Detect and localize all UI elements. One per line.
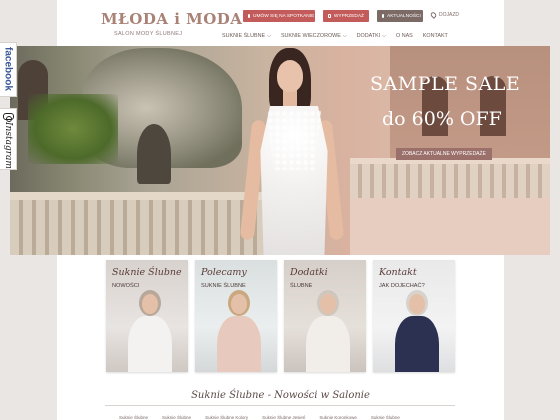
card-contact[interactable]: Kontakt JAK DOJECHAĆ? — [373, 260, 455, 372]
instagram-tab[interactable]: Instagram — [0, 108, 17, 170]
section-divider — [105, 405, 455, 406]
card-image — [126, 290, 174, 372]
filter-tab[interactable]: Suknie Ślubne Jesień — [262, 415, 305, 420]
category-filters: Suknie Ślubne Suknie Ślubne Suknie Ślubn… — [119, 415, 400, 420]
card-wedding-dresses[interactable]: Suknie Ślubne NOWOŚCI — [106, 260, 188, 372]
chevron-down-icon: ⌵ — [342, 33, 347, 39]
news-button[interactable]: AKTUALNOŚCI — [377, 10, 423, 22]
news-label: AKTUALNOŚCI — [387, 13, 421, 19]
book-appointment-button[interactable]: UMÓW SIĘ NA SPOTKANIE — [243, 10, 315, 22]
site-logo[interactable]: MŁODA i MODA — [101, 10, 242, 28]
nav-item-evening-dresses[interactable]: SUKNIE WIECZOROWE ⌵ — [281, 33, 347, 39]
card-subtitle: NOWOŚCI — [112, 283, 140, 289]
filter-tab[interactable]: Suknie Ślubne — [371, 415, 400, 420]
sale-button[interactable]: WYPRZEDAŻ — [323, 10, 369, 22]
filter-tab[interactable]: Suknie Ślubne — [119, 415, 148, 420]
hero-headline: SAMPLE SALE — [370, 73, 521, 95]
card-image — [215, 290, 263, 372]
facebook-label: facebook — [2, 47, 14, 91]
card-image — [304, 290, 352, 372]
nav-item-accessories[interactable]: DODATKI ⌵ — [357, 33, 386, 39]
hero-subheadline: do 60% OFF — [382, 108, 502, 130]
site-header: MŁODA i MODA SALON MODY ŚLUBNEJ UMÓW SIĘ… — [57, 0, 504, 46]
nav-item-about[interactable]: O NAS — [396, 33, 413, 39]
hero-bride-image — [230, 46, 370, 255]
hero-bg-balustrade-right — [350, 158, 550, 198]
main-content: Suknie Ślubne NOWOŚCI Polecamy SUKNIE ŚL… — [57, 255, 504, 420]
card-image — [393, 290, 441, 372]
chevron-down-icon: ⌵ — [382, 33, 386, 39]
nav-label: SUKNIE WIECZOROWE — [280, 33, 341, 39]
card-subtitle: SUKNIE ŚLUBNE — [201, 283, 246, 289]
card-title: Suknie Ślubne — [112, 267, 182, 278]
book-appointment-label: UMÓW SIĘ NA SPOTKANIE — [253, 13, 315, 19]
directions-label: DOJAZD — [439, 12, 459, 18]
facebook-tab[interactable]: facebook — [0, 42, 17, 97]
filter-tab[interactable]: Suknie Ślubne — [162, 415, 191, 420]
card-title: Kontakt — [379, 267, 417, 278]
instagram-icon — [2, 113, 14, 123]
hero-banner[interactable]: SAMPLE SALE do 60% OFF ZOBACZ AKTUALNE W… — [10, 46, 550, 255]
nav-label: O NAS — [396, 33, 413, 39]
tag-icon — [328, 14, 331, 18]
nav-label: SUKNIE ŚLUBNE — [222, 33, 266, 39]
card-recommended[interactable]: Polecamy SUKNIE ŚLUBNE — [195, 260, 277, 372]
map-pin-icon — [429, 11, 438, 19]
main-nav: SUKNIE ŚLUBNE ⌵ SUKNIE WIECZOROWE ⌵ DODA… — [222, 33, 448, 39]
sale-label: WYPRZEDAŻ — [333, 13, 364, 19]
nav-item-wedding-dresses[interactable]: SUKNIE ŚLUBNE ⌵ — [222, 33, 271, 39]
news-icon — [382, 14, 384, 18]
hero-bg-foliage — [28, 94, 118, 164]
site-tagline: SALON MODY ŚLUBNEJ — [114, 31, 183, 37]
nav-label: KONTAKT — [422, 33, 448, 39]
calendar-icon — [248, 14, 250, 18]
card-title: Dodatki — [290, 267, 328, 278]
nav-label: DODATKI — [356, 33, 381, 39]
filter-tab[interactable]: Suknie Ślubne Kolory — [205, 415, 248, 420]
card-subtitle: JAK DOJECHAĆ? — [379, 283, 425, 289]
view-sales-button[interactable]: ZOBACZ AKTUALNE WYPRZEDAŻE — [396, 148, 492, 160]
nav-item-contact[interactable]: KONTAKT — [423, 33, 448, 39]
instagram-label: Instagram — [3, 122, 13, 169]
directions-link[interactable]: DOJAZD — [429, 11, 459, 19]
chevron-down-icon: ⌵ — [267, 33, 271, 39]
card-accessories[interactable]: Dodatki ŚLUBNE — [284, 260, 366, 372]
hero-bg-floor — [350, 198, 550, 255]
filter-tab[interactable]: Suknie Koronkowe — [319, 415, 357, 420]
card-subtitle: ŚLUBNE — [290, 283, 313, 289]
card-title: Polecamy — [201, 267, 247, 278]
section-title: Suknie Ślubne - Nowości w Salonie — [191, 390, 370, 401]
hero-bg-urn — [137, 124, 171, 184]
